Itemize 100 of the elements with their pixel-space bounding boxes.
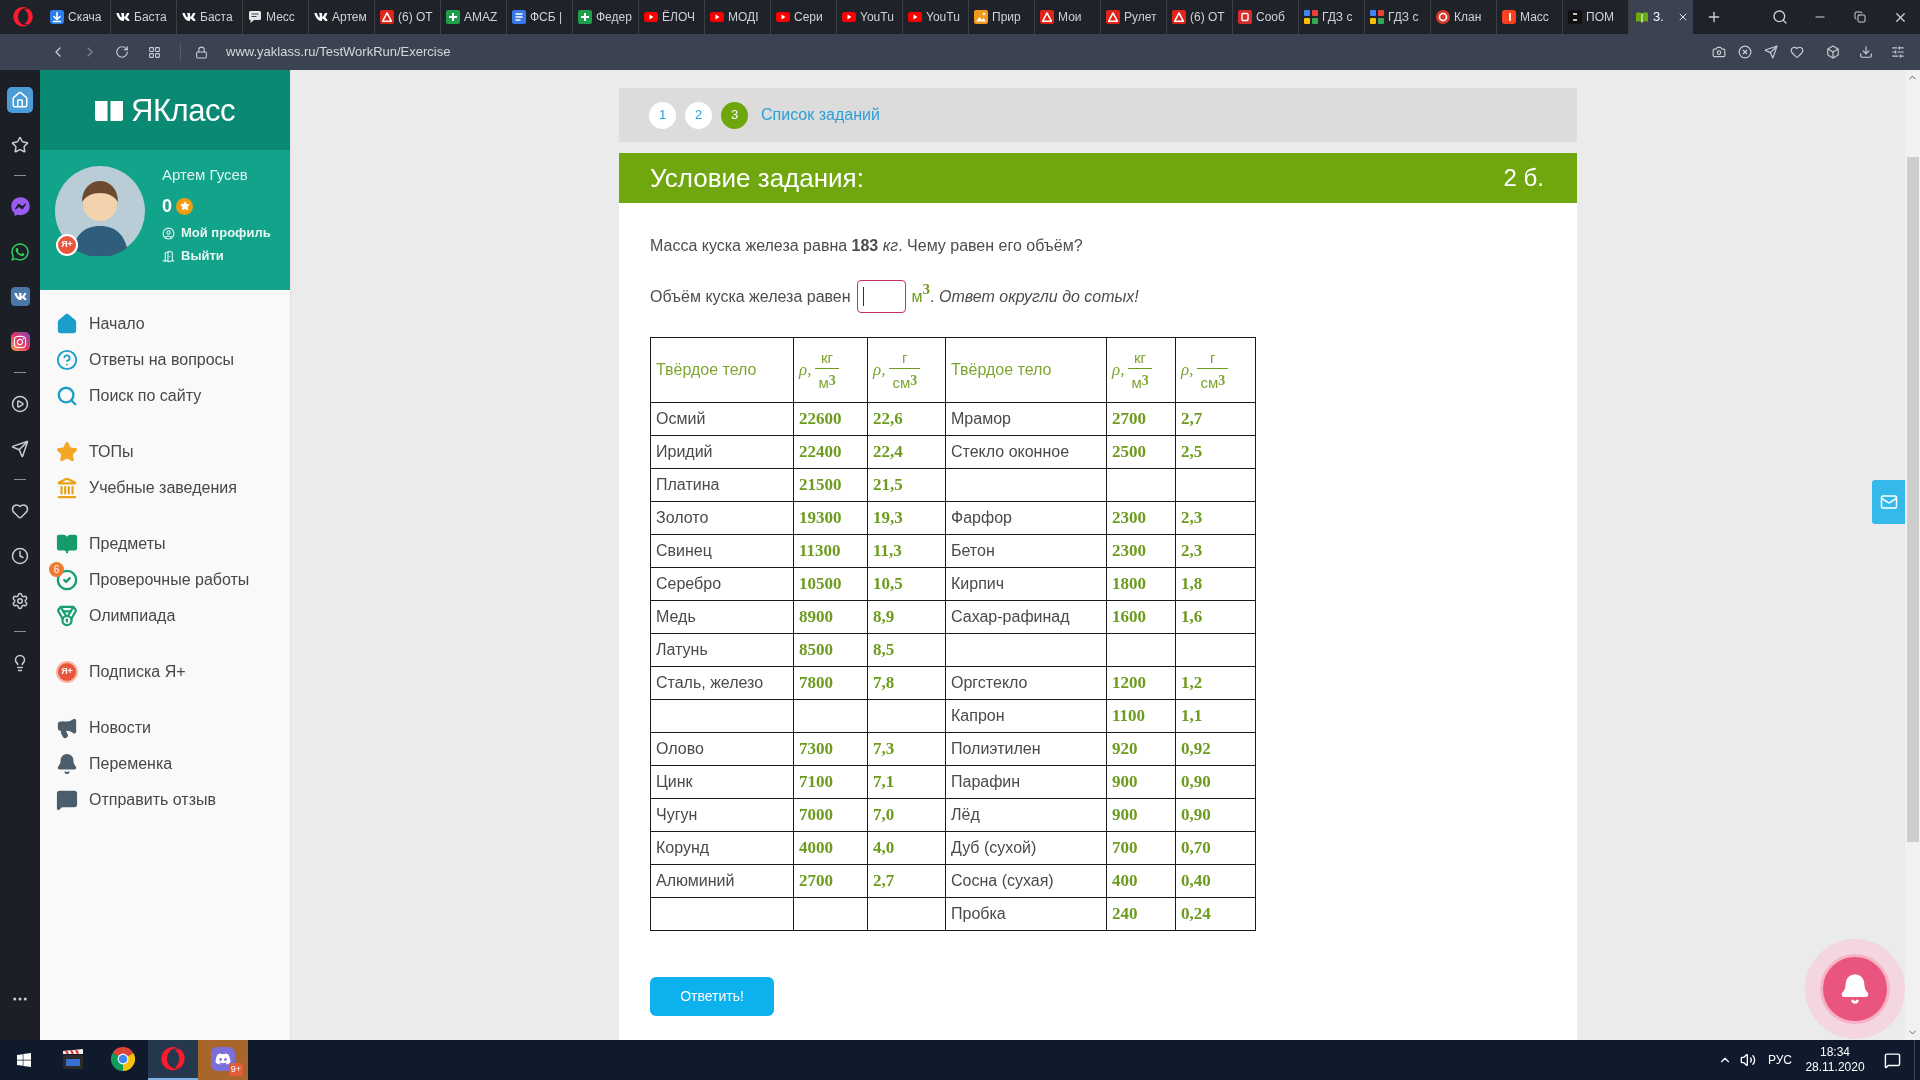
clock-time[interactable]: 18:34: [1820, 1045, 1850, 1060]
nav-link[interactable]: Поиск по сайту: [40, 378, 290, 414]
mail-icon: [1879, 493, 1898, 511]
restore-icon[interactable]: [1854, 11, 1866, 23]
table-cell: 8,9: [867, 600, 946, 634]
table-cell: Лёд: [945, 798, 1107, 832]
nav-link[interactable]: Новости: [40, 710, 290, 746]
nav-link[interactable]: Я+ Подписка Я+: [40, 654, 290, 690]
subscription-badge: Я+: [56, 661, 78, 683]
chat-icon: [56, 789, 78, 811]
nav-link[interactable]: ТОПы: [40, 434, 290, 470]
table-cell: 2700: [793, 864, 868, 898]
count-badge: 6: [49, 562, 64, 577]
table-cell: 22,6: [867, 402, 946, 436]
task-title: Условие задания:: [650, 161, 864, 195]
door-icon: [162, 249, 175, 263]
camera-icon[interactable]: [1712, 45, 1726, 59]
taskbar-app[interactable]: 9+: [198, 1040, 248, 1080]
nav-link[interactable]: Начало: [40, 306, 290, 342]
help-icon: [56, 349, 78, 371]
table-cell: 11,3: [867, 534, 946, 568]
table-cell: 8900: [793, 600, 868, 634]
coin-icon: [176, 197, 193, 215]
table-cell: 19,3: [867, 501, 946, 535]
table-cell: Фарфор: [945, 501, 1107, 535]
table-cell: Сталь, железо: [650, 666, 794, 700]
table-cell: 0,90: [1175, 765, 1256, 799]
table-cell: 22,4: [867, 435, 946, 469]
triangle-icon: [380, 10, 394, 24]
nav-link[interactable]: Переменка: [40, 746, 290, 782]
nav-link[interactable]: Олимпиада: [40, 598, 290, 634]
table-cell: 920: [1106, 732, 1176, 766]
triangle-icon: [1106, 10, 1120, 24]
download-icon[interactable]: [1859, 45, 1873, 59]
scrollbar-thumb[interactable]: [1906, 157, 1919, 842]
nav-link[interactable]: Отправить отзыв: [40, 782, 290, 818]
table-cell: Дуб (сухой): [945, 831, 1107, 865]
table-cell: 0,92: [1175, 732, 1256, 766]
table-cell: 8500: [793, 633, 868, 667]
table-cell: 1,8: [1175, 567, 1256, 601]
table-cell: Медь: [650, 600, 794, 634]
grid-icon: [1304, 10, 1318, 24]
url-text[interactable]: www.yaklass.ru/TestWorkRun/Exercise: [226, 42, 451, 62]
send-icon[interactable]: [1764, 45, 1778, 59]
browser-tab[interactable]: З.: [1629, 0, 1693, 34]
search-icon[interactable]: [1772, 9, 1788, 25]
plus-icon: [446, 10, 460, 24]
nav-link[interactable]: Ответы на вопросы: [40, 342, 290, 378]
table-cell: 1800: [1106, 567, 1176, 601]
notifications-icon[interactable]: [1883, 1051, 1901, 1069]
table-cell: Платина: [650, 468, 794, 502]
new-tab-icon[interactable]: [1706, 9, 1722, 25]
speaker-icon[interactable]: [1740, 1052, 1756, 1068]
opera-logo-icon[interactable]: [12, 7, 33, 27]
table-cell: 1600: [1106, 600, 1176, 634]
table-cell: 900: [1106, 798, 1176, 832]
nav-link[interactable]: Учебные заведения: [40, 470, 290, 506]
language-indicator[interactable]: РУС: [1768, 1051, 1792, 1069]
triangle-icon: [1040, 10, 1054, 24]
scrollbar[interactable]: [1905, 70, 1920, 1040]
clock-icon: [11, 546, 29, 565]
table-cell: Стекло оконное: [945, 435, 1107, 469]
reload-icon[interactable]: [115, 45, 129, 59]
close-icon[interactable]: [1677, 11, 1689, 23]
table-cell: 2300: [1106, 501, 1176, 535]
clock-date[interactable]: 28.11.2020: [1805, 1060, 1865, 1075]
nav-link[interactable]: 6 Проверочные работы: [40, 562, 290, 598]
table-cell: Серебро: [650, 567, 794, 601]
table-cell: 7800: [793, 666, 868, 700]
table-cell: Цинк: [650, 765, 794, 799]
table-cell: 2700: [1106, 402, 1176, 436]
table-cell: Осмий: [650, 402, 794, 436]
heart-icon: [11, 501, 29, 520]
block-icon[interactable]: [1738, 45, 1752, 59]
nav-link[interactable]: Предметы: [40, 526, 290, 562]
triangle-icon: [1172, 10, 1186, 24]
cube-icon[interactable]: [1826, 45, 1840, 59]
heart-icon[interactable]: [1790, 45, 1804, 59]
grid-icon[interactable]: [147, 45, 161, 59]
table-cell: Латунь: [650, 633, 794, 667]
logo-text[interactable]: ЯКласс: [131, 94, 235, 126]
points-count: 0: [162, 196, 172, 216]
table-cell: 2300: [1106, 534, 1176, 568]
table-cell: 2,3: [1175, 501, 1256, 535]
star-icon: [11, 135, 29, 154]
count-badge: 9+: [228, 1063, 243, 1076]
home-icon: [11, 90, 29, 109]
sliders-icon[interactable]: [1891, 45, 1905, 59]
star-icon: [56, 441, 78, 463]
home-button[interactable]: [7, 86, 33, 113]
table-cell: Чугун: [650, 798, 794, 832]
table-cell: 0,24: [1175, 897, 1256, 931]
play-icon: [11, 394, 29, 413]
table-cell: Пробка: [945, 897, 1107, 931]
table-cell: 0,90: [1175, 798, 1256, 832]
building-icon: [56, 477, 78, 499]
book-icon: [95, 99, 124, 121]
table-cell: 2,3: [1175, 534, 1256, 568]
answer-field[interactable]: [856, 280, 906, 313]
table-cell: 8,5: [867, 633, 946, 667]
